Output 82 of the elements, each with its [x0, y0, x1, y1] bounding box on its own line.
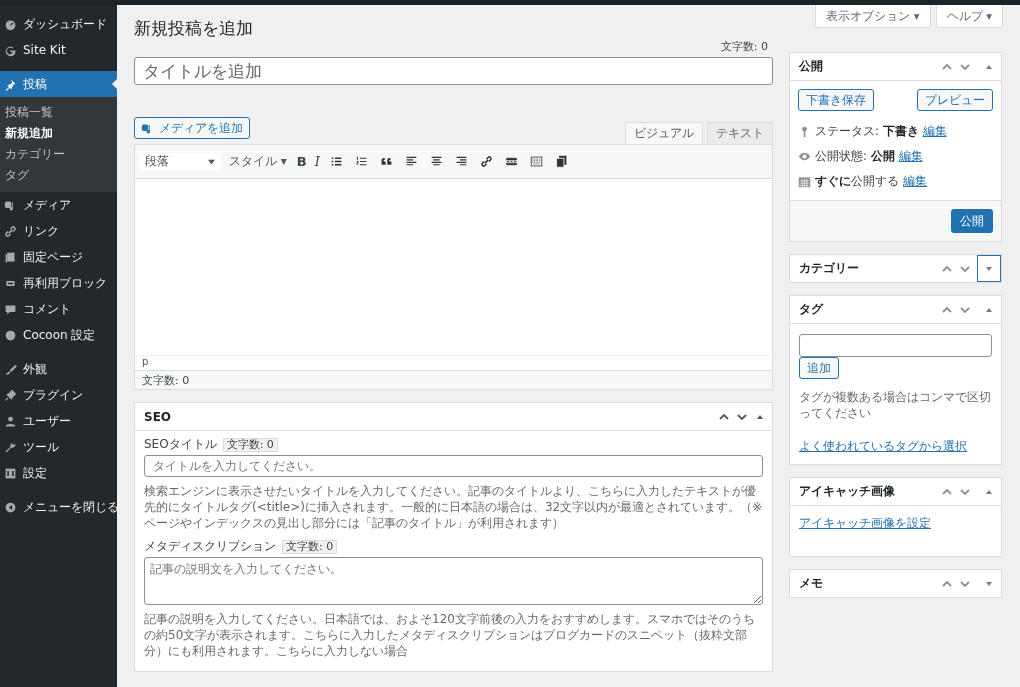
field-label: メタディスクリプション [144, 538, 276, 555]
meta-description-field[interactable]: 記事の説明文を入力してください。 [144, 557, 763, 605]
box-title: メモ [799, 575, 823, 592]
editor-tab[interactable]: テキスト [707, 122, 773, 144]
menu-item[interactable]: 固定ページ [0, 244, 117, 270]
menu-item[interactable]: ユーザー [0, 408, 117, 434]
link-icon[interactable] [479, 155, 493, 168]
submenu-item[interactable]: 投稿一覧 [0, 102, 117, 123]
menu-item[interactable]: ダッシュボード [0, 11, 117, 37]
publish-info: 公開状態: 公開 [815, 149, 895, 164]
word-count: 文字数: 0 [142, 372, 190, 388]
preview-button[interactable]: プレビュー [917, 89, 993, 111]
menu-item[interactable]: 投稿 [0, 71, 117, 97]
menu-item[interactable]: 外観 [0, 356, 117, 382]
menu-item[interactable]: 設定 [0, 460, 117, 486]
menu-item[interactable]: Site Kit [0, 37, 117, 63]
edit-link[interactable]: 編集 [922, 124, 947, 139]
menu-item[interactable]: Cocoon 設定 [0, 322, 117, 348]
dashboard-icon [4, 17, 17, 31]
edit-link[interactable]: 編集 [903, 174, 927, 189]
page-icon [4, 250, 17, 264]
align-right-icon[interactable] [454, 155, 468, 168]
title-field[interactable]: タイトルを追加 [134, 57, 773, 85]
screen-tab-button[interactable]: ヘルプ ▾ [935, 5, 1003, 28]
submenu-item[interactable]: カテゴリー [0, 144, 117, 165]
user-icon [4, 414, 17, 428]
align-center-icon[interactable] [429, 155, 443, 168]
menu-item[interactable]: コメント [0, 296, 117, 322]
tag-field[interactable] [799, 334, 992, 357]
save-draft-button[interactable]: 下書き保存 [798, 89, 874, 111]
wrench-icon [4, 440, 17, 454]
brush-icon [4, 362, 17, 376]
toggle-button[interactable] [977, 255, 1001, 282]
link-icon [4, 224, 17, 238]
menu-item[interactable]: 再利用ブロック [0, 270, 117, 296]
back-icon [4, 500, 17, 514]
publish-info: すぐに公開する [815, 174, 899, 189]
seo-title-field[interactable]: タイトルを入力してください。 [144, 455, 763, 477]
panel-title: SEO [144, 409, 172, 424]
popular-tags-link[interactable]: よく使われているタグから選択 [799, 439, 967, 453]
keyboard-icon[interactable] [529, 155, 543, 168]
character-count: 文字数: 0 [222, 437, 278, 452]
menu-item[interactable]: プラグイン [0, 382, 117, 408]
box-title: アイキャッチ画像 [799, 483, 895, 500]
format-select[interactable]: 段落 [139, 152, 221, 171]
style-menu[interactable]: スタイル ▾ [229, 153, 287, 170]
character-count: 文字数: 0 [282, 539, 338, 554]
submenu-item[interactable]: 新規追加 [0, 123, 117, 144]
help-text: 記事の説明を入力してください。日本語では、およそ120文字前後の入力をおすすめします。スマホではそのうちの約50文字が表示されます。こちらに入力したメタディスクリプションはブログカードのスニペット（抜粋文部分）にも利用されます。こちらに入力しない場合 [144, 611, 756, 659]
read-more-icon[interactable] [504, 155, 518, 168]
edit-link[interactable]: 編集 [898, 149, 923, 164]
tag-hint: タグが複数ある場合はコンマで区切ってください [799, 389, 992, 421]
eye-icon [798, 150, 811, 163]
box-title: 公開 [799, 58, 823, 75]
italic-button[interactable]: I [314, 154, 320, 169]
menu-item[interactable]: リンク [0, 218, 117, 244]
add-media-button[interactable]: メディアを追加 [134, 117, 250, 139]
publish-info: ステータス: 下書き [815, 124, 919, 139]
numbered-list-icon[interactable] [354, 155, 368, 168]
menu-item[interactable]: メニューを閉じる [0, 494, 117, 520]
quote-icon[interactable] [379, 155, 393, 168]
calendar-icon [798, 175, 811, 188]
menu-item[interactable]: メディア [0, 192, 117, 218]
screen-tab-button[interactable]: 表示オプション ▾ [815, 5, 931, 28]
field-label: SEOタイトル [144, 436, 217, 453]
comment-icon [4, 302, 17, 316]
page-title: 新規投稿を追加 [134, 17, 254, 40]
caret-icon [208, 158, 215, 165]
copy-icon[interactable] [554, 155, 568, 168]
add-tag-button[interactable]: 追加 [799, 357, 839, 379]
menu-item[interactable]: ツール [0, 434, 117, 460]
help-text: 検索エンジンに表示させたいタイトルを入力してください。記事のタイトルより、こちらに入力したテキストが優先的にタイトルタグ(<title>)に挿入されます。一般的に日本語の場合は、32文字以内が最適とされています。（※ページやインデックスの見出し部分には「記事のタイトル」が利用されます） [144, 483, 763, 531]
submenu-item[interactable]: タグ [0, 165, 117, 186]
bold-button[interactable]: B [296, 154, 307, 169]
align-left-icon[interactable] [404, 155, 418, 168]
publish-button[interactable]: 公開 [951, 209, 993, 233]
editor-tab[interactable]: ビジュアル [625, 122, 703, 144]
bulleted-list-icon[interactable] [329, 155, 343, 168]
box-title: タグ [799, 301, 823, 318]
circle-icon [4, 328, 17, 342]
set-featured-image-link[interactable]: アイキャッチ画像を設定 [799, 516, 931, 530]
box-title: カテゴリー [799, 260, 859, 277]
